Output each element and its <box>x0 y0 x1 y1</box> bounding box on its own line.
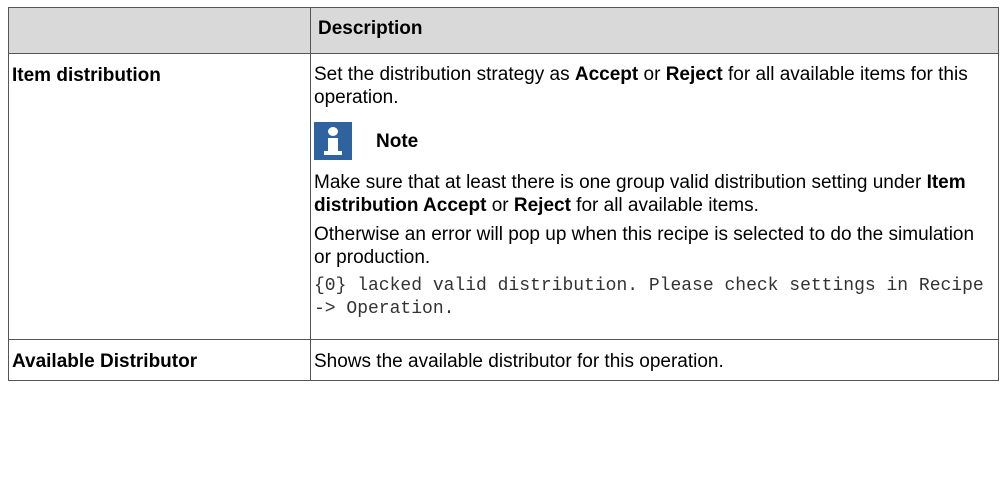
available-distributor-label: Available Distributor <box>12 351 198 372</box>
item-distribution-description: Set the distribution strategy as Accept … <box>311 54 998 339</box>
note-paragraph: Make sure that at least there is one gro… <box>314 171 994 217</box>
info-icon <box>314 122 352 160</box>
accept-term: Accept <box>574 64 639 85</box>
text: Set the distribution strategy as <box>314 64 575 85</box>
reject-term: Reject <box>665 64 723 85</box>
text: for all available items. <box>570 195 759 216</box>
note-block: Note <box>314 122 994 160</box>
table-header-row: Description <box>8 7 999 54</box>
item-distribution-label: Item distribution <box>12 65 161 86</box>
strategy-paragraph: Set the distribution strategy as Accept … <box>314 63 994 109</box>
error-paragraph: Otherwise an error will pop up when this… <box>314 224 975 268</box>
row-label-cell: Available Distributor <box>8 339 311 381</box>
text: or <box>486 195 514 216</box>
row-label-cell: Item distribution <box>8 53 311 340</box>
note-title: Note <box>376 130 419 152</box>
reject-term: Reject <box>513 195 571 216</box>
header-empty-cell <box>8 7 311 54</box>
table-row: Item distribution Set the distribution s… <box>8 53 999 340</box>
text: or <box>638 64 666 85</box>
row-description-cell: Shows the available distributor for this… <box>310 339 999 381</box>
description-table: Description Item distribution Set the di… <box>8 7 999 381</box>
row-description-cell: Set the distribution strategy as Accept … <box>310 53 999 340</box>
header-description: Description <box>310 7 999 54</box>
error-message-code: {0} lacked valid distribution. Please ch… <box>314 276 984 319</box>
table-row: Available Distributor Shows the availabl… <box>8 339 999 381</box>
available-distributor-description: Shows the available distributor for this… <box>314 351 724 372</box>
text: Make sure that at least there is one gro… <box>314 172 927 193</box>
